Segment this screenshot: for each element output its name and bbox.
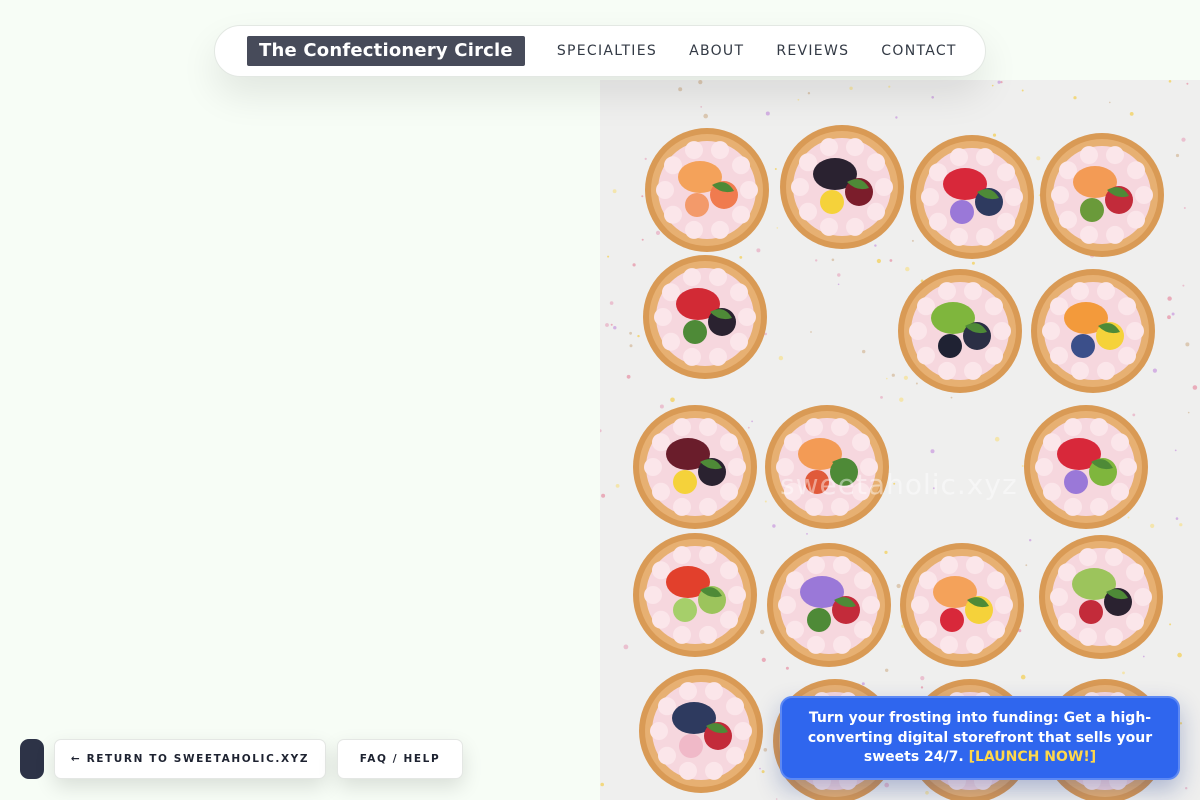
- tart-illustration: [898, 269, 1022, 393]
- nav-link-specialties[interactable]: SPECIALTIES: [557, 43, 657, 59]
- nav-link-contact[interactable]: CONTACT: [881, 43, 957, 59]
- tart-illustration: [645, 128, 769, 252]
- tart-illustration: [780, 125, 904, 249]
- tart-illustration: [765, 405, 889, 529]
- top-nav: The Confectionery Circle SPECIALTIES ABO…: [214, 25, 986, 77]
- tart-illustration: [1031, 269, 1155, 393]
- tart-illustration: [639, 669, 763, 793]
- tart-illustration: [900, 543, 1024, 667]
- tart-illustration: [767, 543, 891, 667]
- promo-banner: Turn your frosting into funding: Get a h…: [780, 696, 1180, 780]
- tart-illustration: [643, 255, 767, 379]
- nav-links: SPECIALTIES ABOUT REVIEWS CONTACT: [557, 43, 957, 59]
- tart-illustration: [633, 405, 757, 529]
- watermark-text: sweetaholic.xyz: [780, 468, 1018, 501]
- launch-now-link[interactable]: [LAUNCH NOW!]: [969, 749, 1097, 765]
- tart-illustration: [1024, 405, 1148, 529]
- return-button[interactable]: ← RETURN TO SWEETAHOLIC.XYZ: [54, 739, 326, 779]
- tart-illustration: [1040, 133, 1164, 257]
- nav-link-about[interactable]: ABOUT: [689, 43, 744, 59]
- faq-button[interactable]: FAQ / HELP: [337, 739, 463, 779]
- brand-logo[interactable]: The Confectionery Circle: [247, 36, 525, 66]
- toggle-handle[interactable]: [20, 739, 44, 779]
- hero-image: sweetaholic.xyz: [600, 80, 1200, 800]
- tart-illustration: [633, 533, 757, 657]
- nav-link-reviews[interactable]: REVIEWS: [776, 43, 849, 59]
- tart-illustration: [1039, 535, 1163, 659]
- tart-illustration: [910, 135, 1034, 259]
